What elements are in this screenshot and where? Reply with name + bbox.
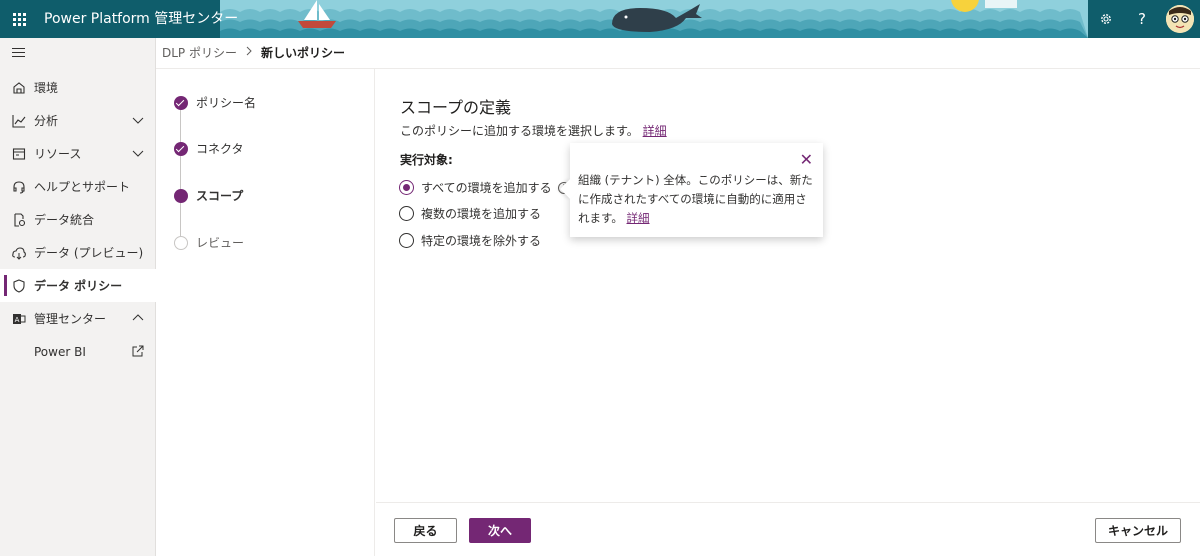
step-label: コネクタ [196, 142, 244, 156]
page-title: スコープの定義 [400, 98, 512, 117]
close-icon[interactable]: ✕ [800, 150, 813, 169]
nav-item-label: 環境 [34, 81, 59, 95]
nav-item-power-bi[interactable]: Power BI [0, 335, 156, 368]
app-launcher-button[interactable] [0, 0, 38, 38]
radio-exclude-environments[interactable]: 特定の環境を除外する [399, 232, 541, 249]
chevron-down-icon [132, 117, 144, 124]
nav-item-analytics[interactable]: 分析 [0, 104, 156, 137]
headset-icon [12, 180, 26, 194]
nav-item-label: データ ポリシー [34, 279, 123, 293]
avatar[interactable] [1166, 5, 1194, 33]
back-button[interactable]: 戻る [394, 518, 457, 543]
nav-item-label: リソース [34, 147, 82, 161]
callout-text: 組織 (テナント) 全体。このポリシーは、新たに作成されたすべての環境に自動的に… [578, 173, 813, 225]
chevron-up-icon [132, 314, 144, 321]
data-integration-icon [12, 212, 26, 227]
nav-item-label: 分析 [34, 114, 59, 128]
cancel-button[interactable]: キャンセル [1095, 518, 1181, 543]
waffle-icon [12, 12, 26, 26]
radio-label: すべての環境を追加する [421, 181, 552, 195]
top-bar: Power Platform 管理センター ? [0, 0, 1200, 38]
radio-selected-icon [399, 180, 414, 195]
breadcrumb-parent-link[interactable]: DLP ポリシー [162, 44, 237, 61]
step-review[interactable]: レビュー [174, 234, 244, 251]
gear-icon [1101, 14, 1111, 24]
nav-item-label: データ (プレビュー) [34, 246, 144, 260]
page-description: このポリシーに追加する環境を選択します。 詳細 [400, 122, 667, 139]
chevron-right-icon [245, 45, 253, 59]
step-label: スコープ [196, 189, 244, 203]
nav-item-label: ヘルプとサポート [34, 180, 131, 194]
step-connectors[interactable]: コネクタ [174, 140, 244, 157]
radio-add-multiple-environments[interactable]: 複数の環境を追加する [399, 205, 541, 222]
admin-center-icon: A [12, 312, 26, 326]
breadcrumb: DLP ポリシー 新しいポリシー [162, 44, 345, 61]
radio-add-all-environments[interactable]: すべての環境を追加する i [399, 179, 570, 196]
avatar-face-icon [1166, 5, 1194, 33]
nav-item-data-integration[interactable]: データ統合 [0, 203, 156, 236]
svg-text:A: A [15, 316, 20, 324]
details-link[interactable]: 詳細 [643, 124, 667, 138]
radio-label: 複数の環境を追加する [421, 207, 542, 221]
checkmark-icon [174, 95, 188, 110]
breadcrumb-current: 新しいポリシー [260, 45, 345, 60]
cloud-data-icon [12, 246, 26, 260]
radio-label: 特定の環境を除外する [421, 234, 542, 248]
current-step-dot-icon [174, 188, 188, 203]
nav-item-resources[interactable]: リソース [0, 137, 156, 170]
help-button[interactable]: ? [1124, 0, 1160, 38]
collapse-nav-button[interactable] [12, 48, 26, 62]
nav-item-data-preview[interactable]: データ (プレビュー) [0, 236, 156, 269]
shield-icon [12, 278, 26, 293]
nav-item-label: データ統合 [34, 213, 95, 227]
scope-field-label: 実行対象: [400, 153, 453, 167]
next-button[interactable]: 次へ [469, 518, 531, 543]
nav-item-help-support[interactable]: ヘルプとサポート [0, 170, 156, 203]
app-title[interactable]: Power Platform 管理センター [44, 0, 238, 38]
nav-item-data-policies[interactable]: データ ポリシー [0, 269, 156, 302]
left-nav: 環境 分析 リソース ヘルプとサポート データ統合 データ (プレビュー) デー… [0, 38, 156, 556]
nav-item-label: Power BI [34, 344, 86, 359]
wizard-steps: ポリシー名 コネクタ スコープ レビュー [156, 69, 375, 556]
step-policy-name[interactable]: ポリシー名 [174, 94, 256, 111]
description-text: このポリシーに追加する環境を選択します。 [400, 124, 639, 138]
nav-item-environments[interactable]: 環境 [0, 71, 156, 104]
step-scope[interactable]: スコープ [174, 187, 243, 204]
checkmark-icon [174, 141, 188, 156]
analytics-icon [12, 114, 26, 128]
footer-divider [376, 502, 1200, 503]
step-label: ポリシー名 [196, 96, 257, 110]
info-callout: ✕ 組織 (テナント) 全体。このポリシーは、新たに作成されたすべての環境に自動… [570, 143, 823, 237]
settings-button[interactable] [1088, 0, 1124, 38]
environment-icon [12, 81, 26, 95]
nav-item-label: 管理センター [34, 312, 107, 326]
step-label: レビュー [196, 236, 245, 250]
chevron-down-icon [132, 150, 144, 157]
callout-details-link[interactable]: 詳細 [627, 211, 650, 225]
radio-unselected-icon [399, 206, 414, 221]
resources-icon [12, 147, 26, 161]
nav-item-admin-centers[interactable]: A 管理センター [0, 302, 156, 335]
help-icon: ? [1138, 10, 1146, 28]
empty-step-dot-icon [174, 235, 188, 250]
external-link-icon [132, 345, 144, 357]
radio-unselected-icon [399, 233, 414, 248]
